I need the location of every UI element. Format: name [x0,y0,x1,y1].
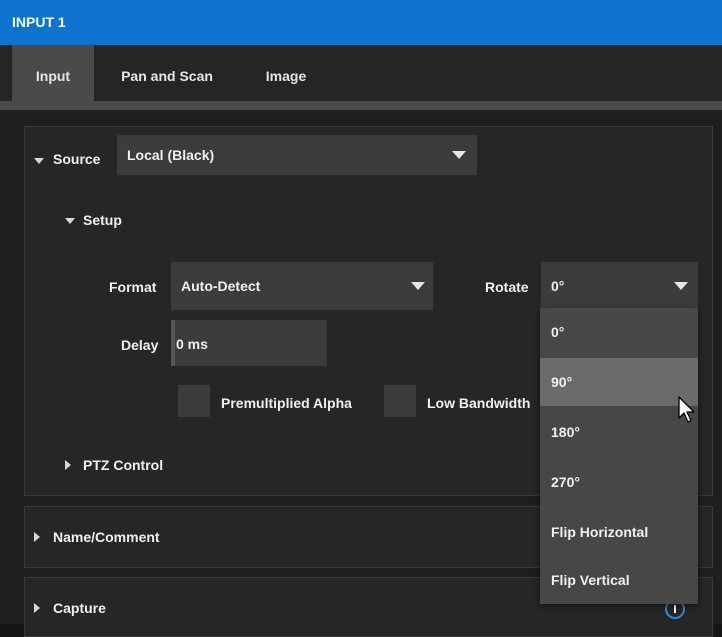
tab-bar: Input Pan and Scan Image [0,45,722,101]
menu-item-flip-horizontal[interactable]: Flip Horizontal [540,508,698,556]
dropdown-arrow-icon [452,151,466,159]
window-title: INPUT 1 [12,14,66,30]
low-bandwidth-checkbox[interactable] [384,385,416,417]
menu-item-270-degrees[interactable]: 270° [540,458,698,506]
expand-triangle-icon[interactable] [65,460,71,470]
menu-item-0-degrees[interactable]: 0° [540,308,698,356]
format-label: Format [109,279,157,295]
format-value: Auto-Detect [181,278,261,294]
setup-label: Setup [83,212,122,228]
source-value: Local (Black) [127,147,215,163]
rotate-dropdown[interactable]: 0° [541,262,698,308]
collapse-triangle-icon[interactable] [65,218,75,224]
title-bar: INPUT 1 [0,0,722,45]
collapse-triangle-icon[interactable] [34,158,44,164]
delay-slider-handle[interactable] [171,320,175,366]
source-dropdown[interactable]: Local (Black) [117,135,477,175]
mouse-cursor-icon [678,396,695,423]
menu-item-180-degrees[interactable]: 180° [540,408,698,456]
delay-label: Delay [121,337,159,353]
capture-label: Capture [53,600,106,616]
expand-triangle-icon[interactable] [34,532,40,542]
low-bandwidth-label: Low Bandwidth [427,395,531,411]
dropdown-arrow-icon [674,282,688,290]
premultiplied-alpha-label: Premultiplied Alpha [221,395,352,411]
rotate-value: 0° [551,278,565,294]
menu-item-90-degrees[interactable]: 90° [540,358,698,406]
rotate-options-menu: 0° 90° 180° 270° Flip Horizontal Flip Ve… [540,308,698,604]
format-dropdown[interactable]: Auto-Detect [171,262,433,310]
tab-input[interactable]: Input [12,45,94,101]
rotate-label: Rotate [485,279,529,295]
menu-item-flip-vertical[interactable]: Flip Vertical [540,556,698,604]
dropdown-arrow-icon [411,282,425,290]
tab-image[interactable]: Image [240,45,332,101]
expand-triangle-icon[interactable] [34,603,40,613]
name-comment-label: Name/Comment [53,529,160,545]
source-label: Source [53,151,101,167]
ptz-control-label[interactable]: PTZ Control [83,457,163,473]
tab-underline [0,101,722,110]
tab-pan-and-scan[interactable]: Pan and Scan [102,45,232,101]
premultiplied-alpha-checkbox[interactable] [178,385,210,417]
delay-input[interactable]: 0 ms [171,320,327,366]
delay-value: 0 ms [176,336,208,352]
